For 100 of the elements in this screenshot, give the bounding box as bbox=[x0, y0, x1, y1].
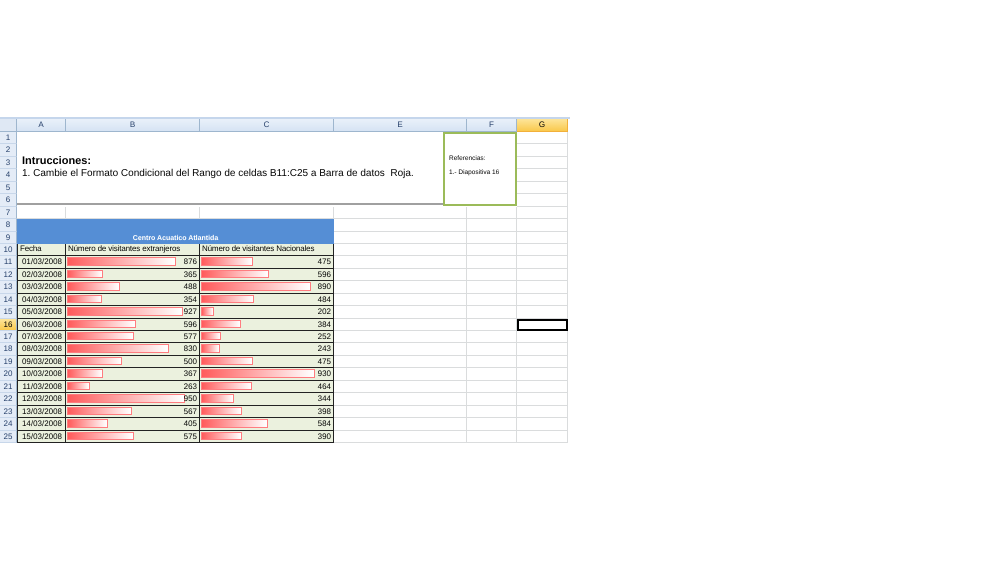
cell-value: 488 bbox=[184, 281, 197, 292]
row-header[interactable]: 1 bbox=[0, 132, 17, 144]
empty-cell[interactable] bbox=[334, 206, 467, 220]
row-header[interactable]: 9 bbox=[0, 232, 17, 244]
empty-cell[interactable] bbox=[467, 281, 517, 294]
cell-value: 390 bbox=[318, 430, 331, 442]
date-cell: 13/03/2008 bbox=[17, 406, 66, 418]
row-header[interactable]: 19 bbox=[0, 356, 17, 368]
row-header[interactable]: 23 bbox=[0, 406, 17, 418]
cell-value: 577 bbox=[184, 331, 197, 342]
date-cell: 08/03/2008 bbox=[17, 343, 66, 356]
row-header[interactable]: 7 bbox=[0, 206, 17, 220]
empty-cell[interactable] bbox=[467, 356, 517, 368]
row-header[interactable]: 20 bbox=[0, 368, 17, 381]
column-heading: Número de visitantes Nacionales bbox=[200, 244, 334, 256]
empty-cell[interactable] bbox=[517, 368, 568, 381]
cell-value: 365 bbox=[184, 268, 197, 280]
column-header[interactable]: F bbox=[467, 119, 517, 132]
row-header[interactable]: 2 bbox=[0, 144, 17, 157]
empty-cell[interactable] bbox=[467, 418, 517, 430]
cell-value: 263 bbox=[184, 380, 197, 392]
row-header[interactable]: 24 bbox=[0, 418, 17, 430]
empty-cell[interactable] bbox=[517, 219, 568, 232]
empty-cell[interactable] bbox=[517, 380, 568, 394]
row-header[interactable]: 3 bbox=[0, 156, 17, 170]
cell-value: 475 bbox=[318, 356, 331, 367]
empty-cell[interactable] bbox=[517, 294, 568, 306]
date-cell: 05/03/2008 bbox=[17, 306, 66, 319]
cell-value: 405 bbox=[184, 418, 197, 430]
row-header[interactable]: 8 bbox=[0, 219, 17, 232]
active-cell[interactable] bbox=[517, 318, 568, 331]
row-header[interactable]: 12 bbox=[0, 268, 17, 282]
empty-cell[interactable] bbox=[517, 256, 568, 269]
cell-value: 464 bbox=[318, 380, 331, 392]
row-header[interactable]: 21 bbox=[0, 380, 17, 394]
empty-cell[interactable] bbox=[517, 406, 568, 418]
empty-cell[interactable] bbox=[467, 393, 517, 406]
empty-cell[interactable] bbox=[467, 306, 517, 319]
cell-value: 927 bbox=[184, 306, 197, 318]
date-cell: 15/03/2008 bbox=[17, 430, 66, 443]
row-header[interactable]: 18 bbox=[0, 343, 17, 356]
empty-cell[interactable] bbox=[467, 232, 517, 244]
date-cell: 12/03/2008 bbox=[17, 393, 66, 406]
empty-cell[interactable] bbox=[517, 232, 568, 244]
row-header[interactable]: 25 bbox=[0, 430, 17, 443]
cell-value: 930 bbox=[318, 368, 331, 380]
empty-cell[interactable] bbox=[517, 244, 568, 256]
empty-cell[interactable] bbox=[517, 206, 568, 220]
empty-cell[interactable] bbox=[467, 256, 517, 269]
empty-cell[interactable] bbox=[517, 343, 568, 356]
empty-cell[interactable] bbox=[467, 294, 517, 306]
empty-cell[interactable] bbox=[467, 380, 517, 394]
empty-cell[interactable] bbox=[517, 268, 568, 282]
date-cell: 06/03/2008 bbox=[17, 318, 66, 331]
date-cell: 04/03/2008 bbox=[17, 294, 66, 306]
column-header[interactable]: C bbox=[200, 119, 334, 132]
column-header[interactable]: B bbox=[66, 119, 200, 132]
empty-cell[interactable] bbox=[517, 331, 568, 344]
row-header[interactable]: 14 bbox=[0, 294, 17, 306]
empty-cell[interactable] bbox=[467, 318, 517, 331]
row-header[interactable]: 17 bbox=[0, 331, 17, 344]
column-heading: Fecha bbox=[17, 244, 66, 256]
empty-cell[interactable] bbox=[467, 368, 517, 381]
empty-cell[interactable] bbox=[517, 418, 568, 430]
empty-cell[interactable] bbox=[467, 406, 517, 418]
empty-cell[interactable] bbox=[467, 219, 517, 232]
column-header[interactable]: A bbox=[17, 119, 66, 132]
row-header[interactable]: 10 bbox=[0, 244, 17, 256]
cell-value: 475 bbox=[318, 256, 331, 268]
empty-cell[interactable] bbox=[467, 343, 517, 356]
row-header[interactable]: 5 bbox=[0, 182, 17, 194]
cell-value: 890 bbox=[318, 281, 331, 292]
empty-cell[interactable] bbox=[517, 430, 568, 443]
empty-cell[interactable] bbox=[467, 430, 517, 443]
cell-value: 344 bbox=[318, 393, 331, 404]
cell-value: 950 bbox=[184, 393, 197, 404]
date-cell: 09/03/2008 bbox=[17, 356, 66, 368]
empty-cell[interactable] bbox=[517, 306, 568, 319]
column-header[interactable]: G bbox=[517, 119, 568, 132]
empty-cell[interactable] bbox=[467, 244, 517, 256]
select-all-corner[interactable] bbox=[0, 119, 17, 132]
empty-cell[interactable] bbox=[517, 393, 568, 406]
row-header[interactable]: 11 bbox=[0, 256, 17, 269]
row-header[interactable]: 13 bbox=[0, 281, 17, 294]
empty-cell[interactable] bbox=[467, 268, 517, 282]
empty-cell[interactable] bbox=[334, 232, 467, 244]
empty-cell[interactable] bbox=[517, 356, 568, 368]
empty-cell[interactable] bbox=[334, 219, 467, 232]
row-header[interactable]: 6 bbox=[0, 194, 17, 207]
date-cell: 14/03/2008 bbox=[17, 418, 66, 430]
row-header[interactable]: 4 bbox=[0, 169, 17, 182]
row-header[interactable]: 16 bbox=[0, 318, 17, 331]
cell-value: 567 bbox=[184, 406, 197, 417]
row-header[interactable]: 22 bbox=[0, 393, 17, 406]
date-cell: 03/03/2008 bbox=[17, 281, 66, 294]
row-header[interactable]: 15 bbox=[0, 306, 17, 319]
column-header[interactable]: E bbox=[334, 119, 467, 132]
instructions-title: Intrucciones: bbox=[22, 155, 92, 168]
empty-cell[interactable] bbox=[467, 331, 517, 344]
empty-cell[interactable] bbox=[517, 281, 568, 294]
